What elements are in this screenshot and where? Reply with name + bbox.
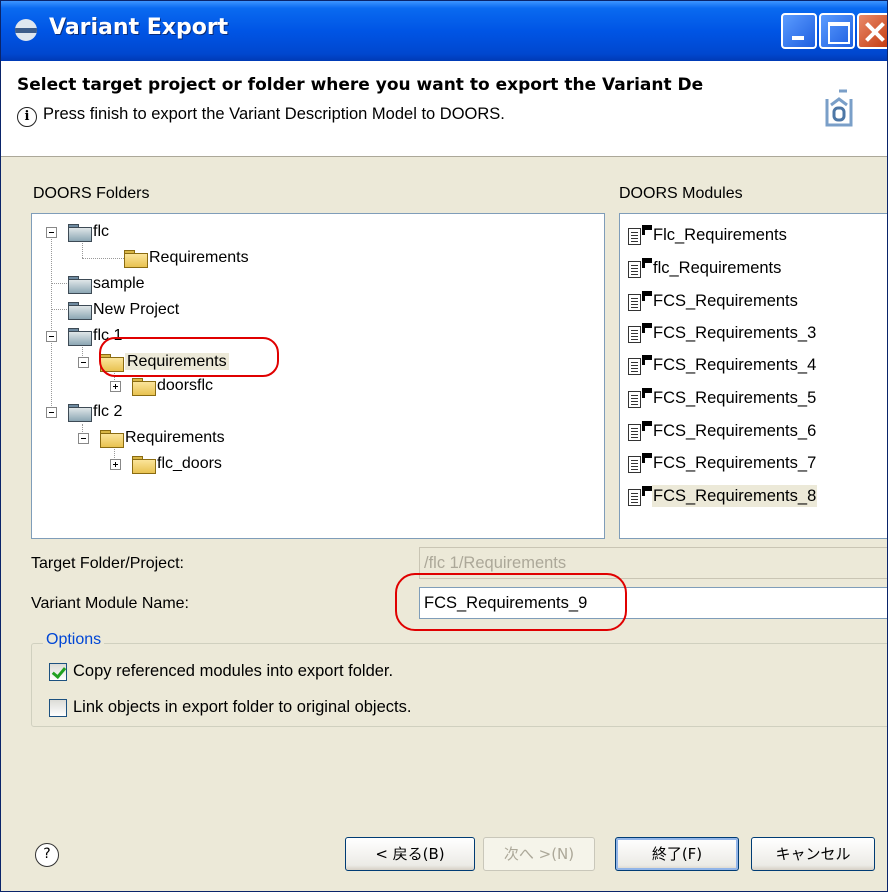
folder-icon — [124, 249, 148, 268]
wizard-message: Press finish to export the Variant Descr… — [43, 105, 505, 123]
doors-module-icon — [628, 452, 654, 475]
folder-icon — [100, 429, 124, 448]
doors-module-icon — [628, 420, 654, 443]
doors-modules-label: DOORS Modules — [619, 185, 743, 202]
variant-export-dialog: Variant Export Select target project or … — [0, 0, 888, 892]
tree-item[interactable]: sample — [46, 272, 145, 296]
doors-module-icon — [628, 257, 654, 280]
minimize-button[interactable] — [781, 13, 817, 49]
project-icon — [68, 223, 92, 242]
project-icon — [68, 403, 92, 422]
tree-item[interactable]: flc 2 — [46, 400, 122, 424]
tree-item[interactable]: flc — [46, 220, 109, 244]
copy-modules-checkbox[interactable] — [49, 663, 67, 681]
title-bar[interactable]: Variant Export — [1, 1, 887, 61]
tree-item[interactable]: New Project — [46, 298, 179, 322]
doors-folders-label: DOORS Folders — [33, 185, 150, 202]
cancel-button[interactable]: キャンセル — [751, 837, 875, 871]
expand-icon[interactable] — [110, 381, 121, 392]
module-item-selected[interactable]: FCS_Requirements_8 — [628, 481, 818, 511]
wizard-title: Select target project or folder where yo… — [17, 75, 704, 95]
doors-modules-list[interactable]: Flc_Requirements flc_Requirements FCS_Re… — [619, 213, 887, 539]
doors-module-icon — [628, 485, 654, 508]
close-button[interactable] — [857, 13, 887, 49]
module-item[interactable]: FCS_Requirements_7 — [628, 448, 817, 478]
help-button[interactable]: ? — [35, 843, 59, 867]
project-icon — [68, 275, 92, 294]
doors-module-icon — [628, 387, 654, 410]
folder-icon — [132, 377, 156, 396]
project-icon — [68, 327, 92, 346]
tree-item[interactable]: doorsflc — [110, 374, 213, 398]
annotation-oval — [99, 337, 279, 377]
maximize-button[interactable] — [819, 13, 855, 49]
link-objects-label[interactable]: Link objects in export folder to origina… — [73, 698, 411, 717]
tree-item[interactable]: flc_doors — [110, 452, 222, 476]
collapse-icon[interactable] — [46, 331, 57, 342]
module-item[interactable]: FCS_Requirements_5 — [628, 383, 817, 413]
collapse-icon[interactable] — [46, 227, 57, 238]
module-item[interactable]: FCS_Requirements_3 — [628, 318, 817, 348]
export-wizard-icon — [817, 85, 861, 135]
options-legend: Options — [43, 631, 105, 649]
expand-icon[interactable] — [110, 459, 121, 470]
doors-module-icon — [628, 322, 654, 345]
link-objects-checkbox[interactable] — [49, 699, 67, 717]
project-icon — [68, 301, 92, 320]
doors-module-icon — [628, 290, 654, 313]
module-item[interactable]: flc_Requirements — [628, 253, 782, 283]
back-button[interactable]: < 戻る(B) — [345, 837, 475, 871]
finish-button[interactable]: 終了(F) — [615, 837, 739, 871]
target-folder-label: Target Folder/Project: — [31, 555, 184, 572]
info-icon: i — [17, 107, 37, 127]
collapse-icon[interactable] — [78, 357, 89, 368]
annotation-oval — [395, 573, 627, 631]
module-item[interactable]: Flc_Requirements — [628, 220, 788, 250]
next-button: 次へ >(N) — [483, 837, 595, 871]
doors-module-icon — [628, 224, 654, 247]
module-item[interactable]: FCS_Requirements_6 — [628, 416, 817, 446]
folder-icon — [132, 455, 156, 474]
doors-module-icon — [628, 354, 654, 377]
copy-modules-label[interactable]: Copy referenced modules into export fold… — [73, 662, 393, 681]
tree-item[interactable]: Requirements — [78, 426, 225, 450]
app-icon — [15, 19, 37, 41]
module-item[interactable]: FCS_Requirements — [628, 286, 799, 316]
variant-module-name-label: Variant Module Name: — [31, 595, 189, 612]
module-item[interactable]: FCS_Requirements_4 — [628, 350, 817, 380]
window-title: Variant Export — [49, 15, 229, 40]
tree-item[interactable]: Requirements — [80, 246, 249, 270]
collapse-icon[interactable] — [78, 433, 89, 444]
collapse-icon[interactable] — [46, 407, 57, 418]
